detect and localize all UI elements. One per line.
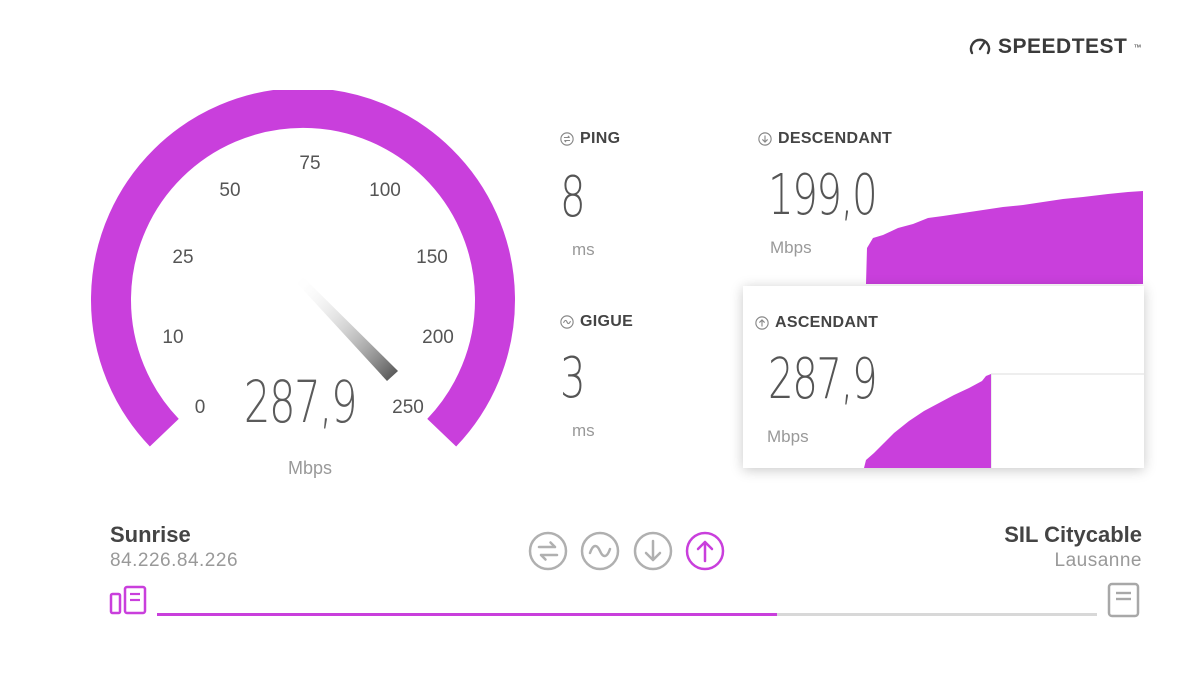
jitter-label: GIGUE: [580, 313, 634, 330]
gauge-speed-value: 287,9: [243, 368, 358, 436]
server-info[interactable]: SIL Citycable Lausanne: [1004, 522, 1142, 572]
gauge-tick: 25: [172, 247, 194, 268]
jitter-icon: [560, 315, 574, 329]
gauge-tick: 10: [162, 327, 184, 348]
stage-ping-button[interactable]: [528, 531, 568, 571]
brand-trademark: ™: [1133, 42, 1142, 52]
upload-metric-card: ASCENDANT 287,9 Mbps: [743, 286, 1144, 468]
upload-value: 287,9: [768, 347, 878, 412]
download-label: DESCENDANT: [778, 130, 893, 147]
isp-info: Sunrise 84.226.84.226: [110, 522, 238, 572]
download-icon: [758, 132, 772, 146]
server-location: Lausanne: [1054, 550, 1142, 571]
ping-unit: ms: [572, 240, 595, 259]
stage-download-button[interactable]: [633, 531, 673, 571]
speed-gauge: 0 10 25 50 75 100 150 200 250 287,9 Mbps: [90, 90, 520, 480]
jitter-metric: GIGUE 3 ms: [560, 313, 710, 453]
upload-label: ASCENDANT: [775, 314, 879, 331]
upload-icon: [685, 531, 725, 571]
speedtest-logo: SPEEDTEST ™: [968, 34, 1141, 60]
download-metric: DESCENDANT 199,0 Mbps: [758, 130, 1143, 284]
download-icon: [633, 531, 673, 571]
gauge-tick: 100: [369, 180, 401, 201]
gauge-tick: 75: [299, 153, 321, 174]
gauge-needle: [296, 276, 398, 381]
stage-upload-button[interactable]: [685, 531, 725, 571]
ping-icon: [528, 531, 568, 571]
client-device-icon: [109, 585, 147, 615]
download-speed-graph: [866, 191, 1143, 284]
stage-jitter-button[interactable]: [580, 531, 620, 571]
isp-ip: 84.226.84.226: [110, 550, 239, 571]
gauge-speed-unit: Mbps: [287, 458, 333, 478]
jitter-unit: ms: [572, 421, 595, 440]
ping-label: PING: [580, 130, 621, 147]
ping-metric: PING 8 ms: [560, 130, 710, 270]
upload-speed-graph: [864, 373, 1144, 468]
gauge-tick: 250: [392, 397, 424, 418]
jitter-icon: [580, 531, 620, 571]
gauge-tick: 50: [219, 180, 241, 201]
server-name[interactable]: SIL Citycable: [1004, 522, 1142, 548]
gauge-tick: 200: [422, 327, 454, 348]
isp-name: Sunrise: [110, 522, 191, 547]
test-progress-fill: [157, 613, 778, 616]
gauge-icon: [969, 38, 991, 55]
gauge-tick: 0: [194, 397, 206, 418]
gauge-tick: 150: [416, 247, 448, 268]
ping-icon: [560, 132, 574, 146]
server-icon: [1107, 582, 1140, 618]
jitter-value: 3: [560, 346, 586, 411]
brand-name: SPEEDTEST: [998, 35, 1128, 58]
ping-value: 8: [560, 165, 586, 230]
upload-icon: [755, 316, 769, 330]
upload-unit: Mbps: [767, 427, 809, 446]
